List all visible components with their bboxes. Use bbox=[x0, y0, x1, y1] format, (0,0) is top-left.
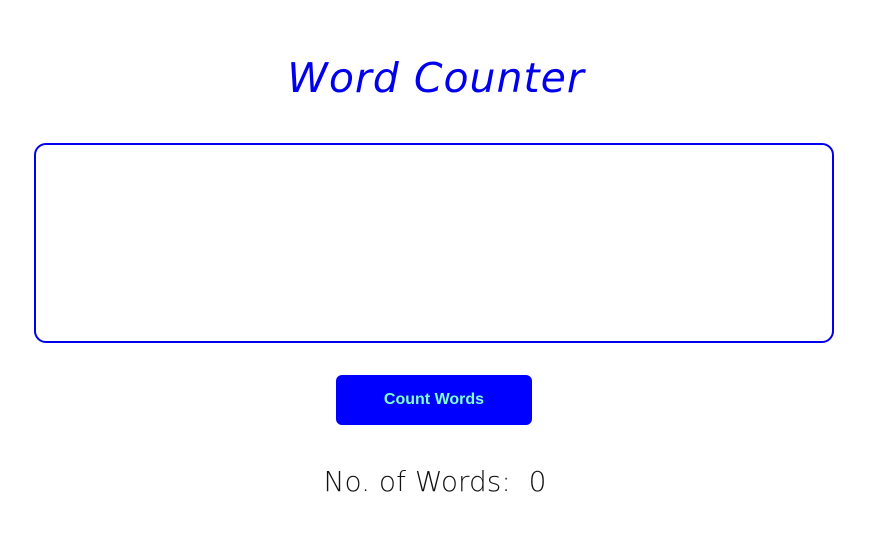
count-words-button[interactable]: Count Words bbox=[336, 375, 532, 425]
word-count-value: 0 bbox=[528, 465, 547, 498]
word-count-label: No. of Words: bbox=[323, 465, 511, 498]
text-input[interactable] bbox=[34, 143, 834, 343]
word-count-result: No. of Words: 0 bbox=[0, 462, 870, 502]
page-title: Word Counter bbox=[287, 54, 585, 102]
